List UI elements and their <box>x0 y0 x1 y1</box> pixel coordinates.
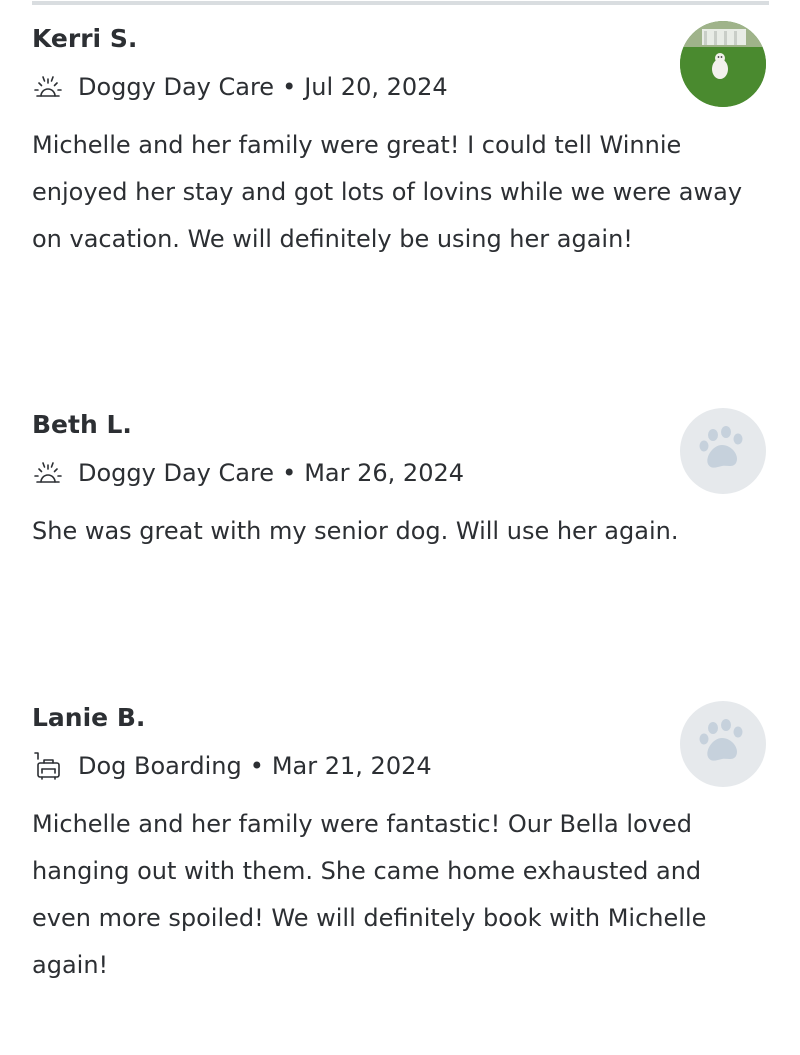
service-line: Dog Boarding • Mar 21, 2024 <box>32 749 768 783</box>
review-date: Mar 26, 2024 <box>304 459 465 487</box>
review-date: Jul 20, 2024 <box>304 73 448 101</box>
review-card: Kerri S. Doggy Day Care • Jul 20, 2024 M… <box>32 22 768 263</box>
review-text: Michelle and her family were great! I co… <box>32 131 743 253</box>
paw-icon <box>699 426 743 468</box>
avatar-dog-photo <box>680 21 766 107</box>
reviewer-name: Kerri S. <box>32 24 138 53</box>
avatar-placeholder <box>680 408 766 494</box>
reviewer-name: Beth L. <box>32 410 132 439</box>
separator-bullet: • <box>282 73 297 101</box>
top-divider <box>32 1 769 5</box>
reviewer-name: Lanie B. <box>32 703 146 732</box>
service-name: Doggy Day Care <box>78 459 275 487</box>
service-name: Dog Boarding <box>78 752 242 780</box>
separator-bullet: • <box>282 459 297 487</box>
separator-bullet: • <box>249 752 264 780</box>
suitcase-icon <box>32 750 64 782</box>
sunrise-icon <box>32 71 64 103</box>
review-date: Mar 21, 2024 <box>271 752 432 780</box>
review-card: Lanie B. Dog Boarding • Mar 21, 2024 Mic… <box>32 701 768 989</box>
review-card: Beth L. Doggy Day Care • Mar 26, 2024 Sh… <box>32 408 768 555</box>
service-line: Doggy Day Care • Mar 26, 2024 <box>32 456 768 490</box>
avatar-placeholder <box>680 701 766 787</box>
review-text: She was great with my senior dog. Will u… <box>32 517 679 545</box>
sunrise-icon <box>32 457 64 489</box>
service-line: Doggy Day Care • Jul 20, 2024 <box>32 70 768 104</box>
review-text: Michelle and her family were fantastic! … <box>32 810 707 979</box>
service-name: Doggy Day Care <box>78 73 275 101</box>
paw-icon <box>699 719 743 761</box>
